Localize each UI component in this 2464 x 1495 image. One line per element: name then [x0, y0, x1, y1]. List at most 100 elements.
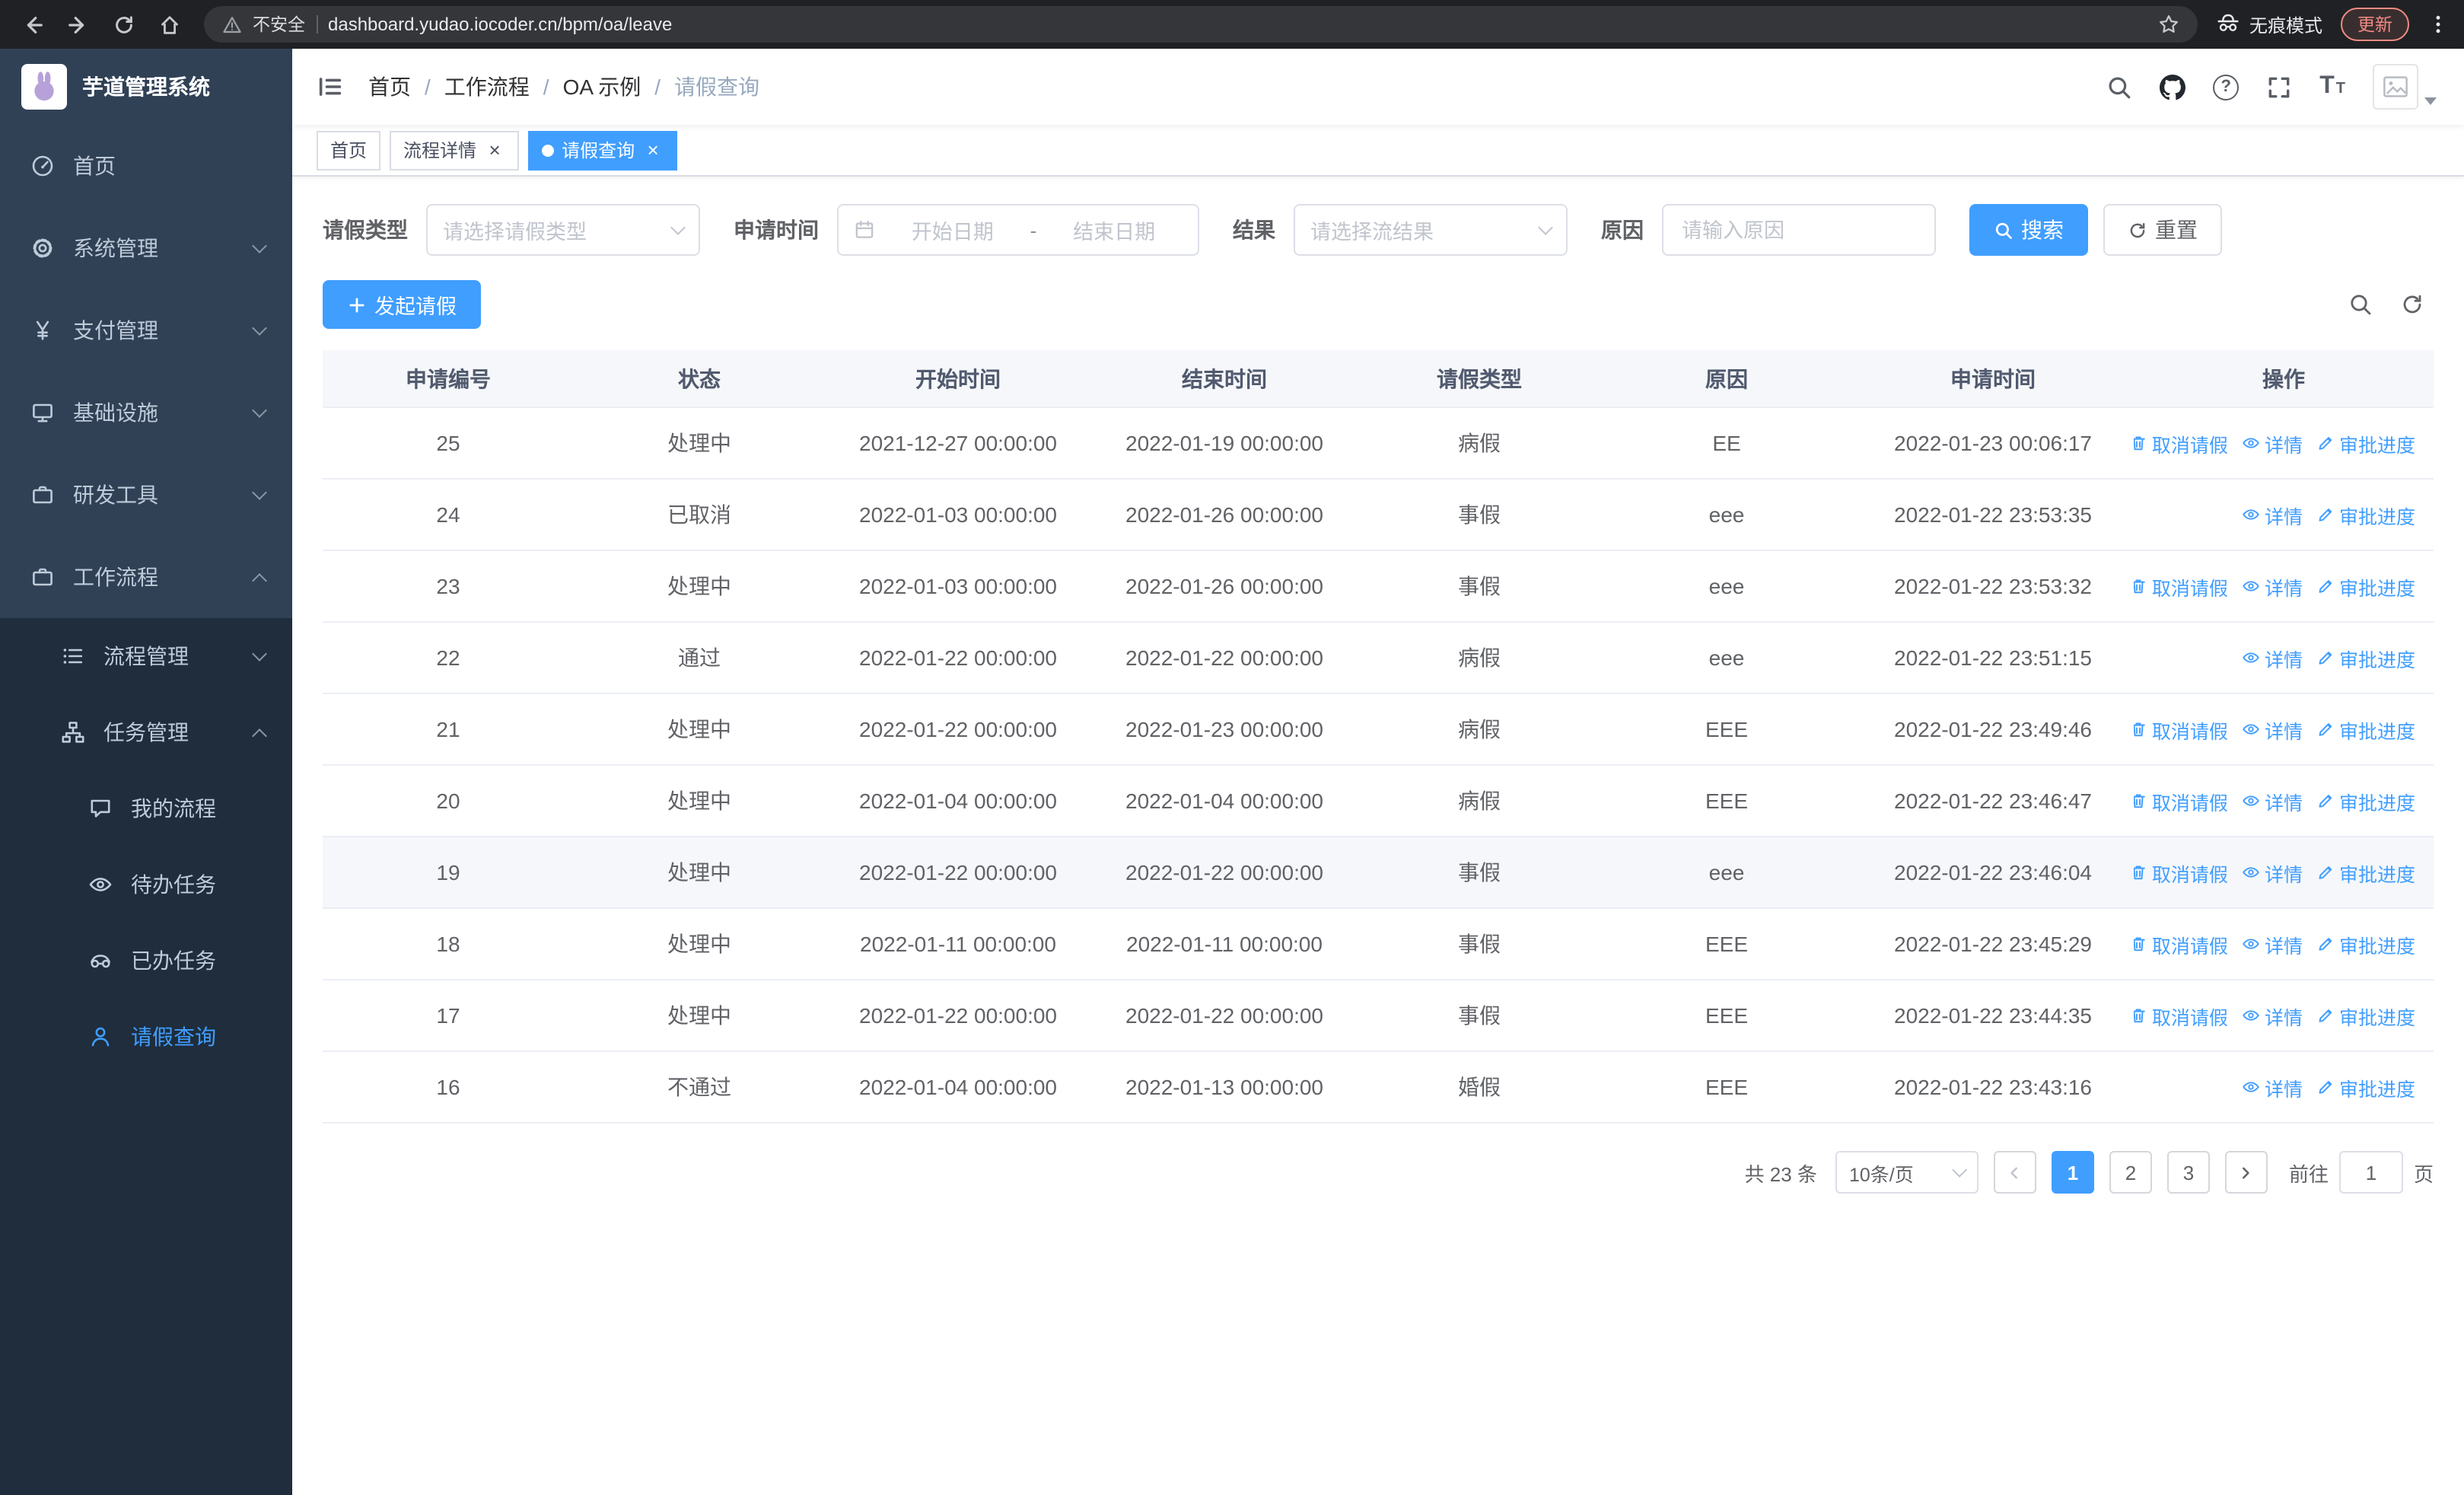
action-progress-link[interactable]: 审批进度: [2316, 715, 2415, 744]
start-date-placeholder[interactable]: 开始日期: [884, 215, 1021, 245]
cell-end-time: 2022-01-22 00:00:00: [1125, 1003, 1323, 1028]
address-bar[interactable]: 不安全 dashboard.yudao.iocoder.cn/bpm/oa/le…: [204, 6, 2198, 43]
sidebar-item-todo-tasks[interactable]: 待办任务: [0, 846, 292, 923]
action-progress-link[interactable]: 审批进度: [2316, 500, 2415, 529]
view-tag[interactable]: 请假查询: [528, 130, 678, 170]
sidebar-item-workflow[interactable]: 工作流程: [0, 536, 292, 618]
action-detail-link[interactable]: 详情: [2242, 1001, 2303, 1030]
view-tag[interactable]: 流程详情: [390, 130, 520, 170]
app-logo-row[interactable]: 芋道管理系统: [0, 49, 292, 125]
sidebar-item-infrastructure[interactable]: 基础设施: [0, 371, 292, 454]
close-icon[interactable]: [642, 139, 664, 161]
action-progress-link[interactable]: 审批进度: [2316, 429, 2415, 457]
sidebar-item-system-management[interactable]: 系统管理: [0, 207, 292, 289]
cell-end-time: 2022-01-26 00:00:00: [1125, 502, 1323, 527]
back-icon[interactable]: [15, 8, 49, 41]
gauge-icon: [30, 154, 55, 178]
breadcrumb-item[interactable]: OA 示例: [563, 72, 641, 102]
sidebar-item-leave-query[interactable]: 请假查询: [0, 999, 292, 1075]
refresh-icon[interactable]: [107, 8, 140, 41]
home-icon[interactable]: [152, 8, 186, 41]
user-avatar[interactable]: [2373, 64, 2437, 110]
toggle-search-icon[interactable]: [2348, 292, 2373, 317]
cell-status: 处理中: [667, 932, 731, 956]
font-size-icon[interactable]: [2319, 73, 2345, 100]
action-detail-link[interactable]: 详情: [2242, 643, 2303, 672]
action-cancel-link[interactable]: 取消请假: [2134, 715, 2228, 744]
update-button[interactable]: 更新: [2341, 8, 2409, 41]
action-cancel-link[interactable]: 取消请假: [2134, 786, 2228, 815]
security-label: 不安全: [253, 17, 305, 35]
reset-button[interactable]: 重置: [2103, 204, 2222, 256]
cell-start-time: 2021-12-27 00:00:00: [859, 431, 1057, 455]
action-cancel-link[interactable]: 取消请假: [2134, 929, 2228, 958]
cell-status: 处理中: [667, 574, 731, 598]
leave-type-select[interactable]: 请选择请假类型: [426, 204, 700, 256]
action-progress-link[interactable]: 审批进度: [2316, 572, 2415, 601]
breadcrumb-item[interactable]: 工作流程: [444, 72, 530, 102]
action-detail-link[interactable]: 详情: [2242, 500, 2303, 529]
col-leave-type: 请假类型: [1437, 366, 1522, 390]
page-button-2[interactable]: 2: [2109, 1151, 2152, 1194]
cell-reason: EE: [1712, 431, 1741, 455]
action-cancel-link[interactable]: 取消请假: [2134, 1001, 2228, 1030]
action-cancel-link[interactable]: 取消请假: [2134, 858, 2228, 887]
view-tag[interactable]: 首页: [317, 130, 381, 170]
sidebar-item-my-processes[interactable]: 我的流程: [0, 770, 292, 846]
next-page-button[interactable]: [2224, 1151, 2268, 1194]
page-button-3[interactable]: 3: [2166, 1151, 2210, 1194]
action-progress-link[interactable]: 审批进度: [2316, 643, 2415, 672]
action-progress-link[interactable]: 审批进度: [2316, 858, 2415, 887]
action-detail-link[interactable]: 详情: [2242, 929, 2303, 958]
refresh-table-icon[interactable]: [2400, 292, 2424, 317]
action-detail-link[interactable]: 详情: [2242, 715, 2303, 744]
breadcrumb-item[interactable]: 首页: [368, 72, 411, 102]
action-detail-link[interactable]: 详情: [2242, 572, 2303, 601]
sidebar-item-task-management[interactable]: 任务管理: [0, 694, 292, 770]
action-progress-link[interactable]: 审批进度: [2316, 1001, 2415, 1030]
search-icon[interactable]: [2106, 74, 2132, 100]
action-progress-link[interactable]: 审批进度: [2316, 929, 2415, 958]
sidebar-item-dev-tools[interactable]: 研发工具: [0, 454, 292, 536]
action-detail-link[interactable]: 详情: [2242, 858, 2303, 887]
cell-status: 处理中: [667, 717, 731, 741]
action-progress-link[interactable]: 审批进度: [2316, 1073, 2415, 1101]
edit-icon: [2316, 649, 2335, 667]
search-button[interactable]: 搜索: [1969, 204, 2088, 256]
sidebar-item-payment-management[interactable]: 支付管理: [0, 289, 292, 371]
github-icon[interactable]: [2160, 74, 2186, 100]
reason-input[interactable]: [1662, 204, 1936, 256]
security-warning-icon[interactable]: [222, 14, 242, 34]
page-size-select[interactable]: 10条/页: [1835, 1151, 1979, 1194]
date-range-picker[interactable]: 开始日期 - 结束日期: [837, 204, 1199, 256]
goto-page-input[interactable]: [2338, 1151, 2403, 1194]
sidebar-collapse-icon[interactable]: [292, 49, 368, 125]
cell-actions: 取消请假 详情 审批进度: [2134, 858, 2434, 887]
close-icon[interactable]: [484, 139, 505, 161]
chevron-icon: [252, 402, 267, 417]
forward-icon[interactable]: [61, 8, 94, 41]
url-text[interactable]: dashboard.yudao.iocoder.cn/bpm/oa/leave: [328, 14, 2147, 35]
prev-page-button[interactable]: [1993, 1151, 2036, 1194]
action-detail-link[interactable]: 详情: [2242, 429, 2303, 457]
cell-actions: 取消请假 详情 审批进度: [2134, 1001, 2434, 1030]
result-select[interactable]: 请选择流结果: [1294, 204, 1568, 256]
page-button-1[interactable]: 1: [2051, 1151, 2094, 1194]
action-detail-link[interactable]: 详情: [2242, 1073, 2303, 1101]
action-progress-link[interactable]: 审批进度: [2316, 786, 2415, 815]
sidebar-item-home[interactable]: 首页: [0, 125, 292, 207]
action-cancel-link[interactable]: 取消请假: [2134, 429, 2228, 457]
fullscreen-icon[interactable]: [2266, 74, 2292, 100]
action-cancel-link[interactable]: 取消请假: [2134, 572, 2228, 601]
sidebar-item-done-tasks[interactable]: 已办任务: [0, 923, 292, 999]
caret-down-icon: [2424, 97, 2437, 105]
end-date-placeholder[interactable]: 结束日期: [1046, 215, 1183, 245]
sidebar-item-process-management[interactable]: 流程管理: [0, 618, 292, 694]
leave-type-label: 请假类型: [323, 218, 408, 242]
action-detail-link[interactable]: 详情: [2242, 786, 2303, 815]
help-icon[interactable]: [2213, 74, 2240, 100]
create-leave-button[interactable]: 发起请假: [323, 280, 481, 329]
browser-menu-icon[interactable]: [2427, 14, 2449, 35]
chevron-icon: [252, 320, 267, 335]
bookmark-star-icon[interactable]: [2158, 14, 2179, 35]
